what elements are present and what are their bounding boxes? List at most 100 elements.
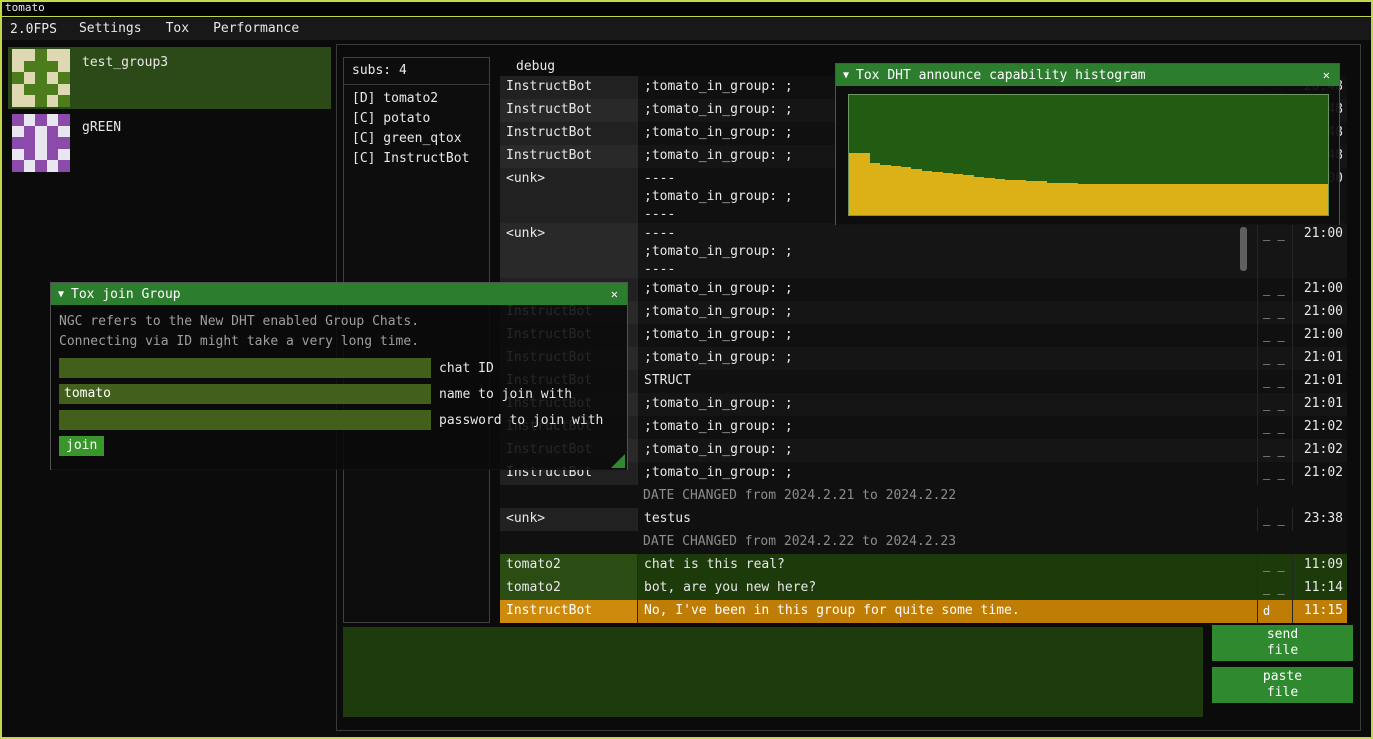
button-label-line: paste — [1212, 669, 1353, 685]
histogram-window: ▼ Tox DHT announce capability histogram … — [835, 63, 1340, 225]
avatar-pixel — [35, 95, 47, 107]
histogram-bar — [1036, 181, 1046, 215]
join-group-window-titlebar[interactable]: ▼ Tox join Group ✕ — [51, 283, 627, 305]
join-group-window-body: NGC refers to the New DHT enabled Group … — [51, 305, 627, 470]
menu-item-tox[interactable]: Tox — [154, 18, 201, 40]
avatar-pixel — [47, 160, 59, 172]
send-file-button[interactable]: send file — [1212, 625, 1353, 661]
histogram-bar — [1161, 184, 1171, 215]
collapse-arrow-icon[interactable]: ▼ — [58, 289, 64, 300]
histogram-bar — [995, 179, 1005, 215]
message-row[interactable]: tomato2bot, are you new here?_ _11:14 — [500, 577, 1347, 600]
member-list: [D] tomato2[C] potato[C] green_qtox[C] I… — [344, 89, 489, 169]
histogram-bar — [911, 169, 921, 215]
message-row[interactable]: tomato2chat is this real?_ _11:09 — [500, 554, 1347, 577]
avatar-pixel — [12, 72, 24, 84]
message-line: ;tomato_in_group: ; — [644, 347, 1257, 369]
avatar-pixel — [47, 61, 59, 73]
avatar-pixel — [47, 49, 59, 61]
message-timestamp: 21:00 — [1292, 324, 1347, 347]
avatar-pixel — [47, 114, 59, 126]
histogram-bar — [1109, 184, 1119, 215]
message-line: ;tomato_in_group: ; — [644, 462, 1257, 484]
button-label-line: send — [1212, 627, 1353, 643]
message-line: ;tomato_in_group: ; — [644, 416, 1257, 438]
message-line: ;tomato_in_group: ; — [644, 278, 1257, 300]
receipt-marks: _ _ — [1257, 370, 1292, 393]
histogram-bar — [1182, 184, 1192, 215]
collapse-arrow-icon[interactable]: ▼ — [843, 70, 849, 81]
field-label: name to join with — [439, 387, 572, 402]
avatar-pixel — [58, 61, 70, 73]
histogram-bar — [1307, 184, 1317, 215]
histogram-bar — [1192, 184, 1202, 215]
histogram-window-titlebar[interactable]: ▼ Tox DHT announce capability histogram … — [836, 64, 1339, 86]
input-chat-ID[interactable] — [59, 358, 431, 378]
menu-bar: 2.0FPS SettingsToxPerformance — [0, 18, 1373, 40]
window-title: tomato — [5, 1, 45, 14]
message-text: bot, are you new here? — [637, 577, 1257, 600]
message-text: ----;tomato_in_group: ;---- — [637, 223, 1257, 278]
receipt-marks: _ _ — [1257, 278, 1292, 301]
message-text: chat is this real? — [637, 554, 1257, 577]
receipt-marks: _ _ — [1257, 462, 1292, 485]
input-name-to-join-with[interactable]: tomato — [59, 384, 431, 404]
member-item[interactable]: [C] green_qtox — [344, 129, 489, 149]
date-changed-row: DATE CHANGED from 2024.2.22 to 2024.2.23 — [500, 531, 1347, 554]
join-field-row: chat ID — [59, 358, 619, 378]
avatar-pixel — [24, 84, 36, 96]
avatar-pixel — [12, 137, 24, 149]
group-item-test_group3[interactable]: test_group3 — [8, 47, 331, 109]
avatar-pixel — [58, 84, 70, 96]
paste-file-button[interactable]: paste file — [1212, 667, 1353, 703]
ngc-info-line: Connecting via ID might take a very long… — [59, 332, 619, 352]
message-input[interactable] — [343, 627, 1203, 717]
avatar-pixel — [24, 149, 36, 161]
avatar-pixel — [47, 84, 59, 96]
avatar-pixel — [24, 126, 36, 138]
member-item[interactable]: [D] tomato2 — [344, 89, 489, 109]
histogram-bar — [1172, 184, 1182, 215]
avatar-pixel — [12, 84, 24, 96]
message-timestamp: 21:02 — [1292, 416, 1347, 439]
message-row[interactable]: <unk>testus_ _23:38 — [500, 508, 1347, 531]
message-timestamp: 21:00 — [1292, 223, 1347, 278]
histogram-bar — [1005, 180, 1015, 215]
close-icon[interactable]: ✕ — [1314, 68, 1339, 82]
group-item-gREEN[interactable]: gREEN — [8, 112, 331, 174]
menu-item-settings[interactable]: Settings — [67, 18, 154, 40]
resize-grip[interactable] — [611, 454, 625, 468]
histogram-bar — [1068, 183, 1078, 215]
input-password-to-join-with[interactable] — [59, 410, 431, 430]
message-scrollbar[interactable] — [1240, 227, 1247, 271]
histogram-bar — [1265, 184, 1275, 215]
avatar-pixel — [35, 49, 47, 61]
message-text: ;tomato_in_group: ; — [637, 393, 1257, 416]
histogram-bar — [1203, 184, 1213, 215]
member-item[interactable]: [C] InstructBot — [344, 149, 489, 169]
subs-count: subs: 4 — [344, 58, 489, 82]
app-window: tomato 2.0FPS SettingsToxPerformance tes… — [0, 0, 1373, 739]
message-text: ;tomato_in_group: ; — [637, 462, 1257, 485]
join-group-window: ▼ Tox join Group ✕ NGC refers to the New… — [50, 282, 628, 470]
member-item[interactable]: [C] potato — [344, 109, 489, 129]
message-line: chat is this real? — [644, 554, 1257, 576]
message-row[interactable]: InstructBotNo, I've been in this group f… — [500, 600, 1347, 623]
histogram-plot — [848, 94, 1329, 216]
histogram-bar — [880, 165, 890, 215]
menu-item-performance[interactable]: Performance — [201, 18, 311, 40]
message-row[interactable]: <unk>----;tomato_in_group: ;----_ _21:00 — [500, 223, 1347, 278]
chat-debug-header[interactable]: debug — [516, 58, 555, 76]
join-button[interactable]: join — [59, 436, 104, 456]
avatar-pixel — [58, 160, 70, 172]
histogram-bar — [984, 178, 994, 215]
message-author: InstructBot — [500, 76, 637, 99]
receipt-marks: _ _ — [1257, 324, 1292, 347]
field-label: chat ID — [439, 361, 494, 376]
group-avatar — [12, 114, 70, 172]
avatar-pixel — [12, 149, 24, 161]
message-line: ---- — [644, 261, 1257, 278]
window-titlebar[interactable]: tomato — [0, 0, 1373, 17]
close-icon[interactable]: ✕ — [602, 287, 627, 301]
histogram-bar — [1317, 184, 1327, 215]
